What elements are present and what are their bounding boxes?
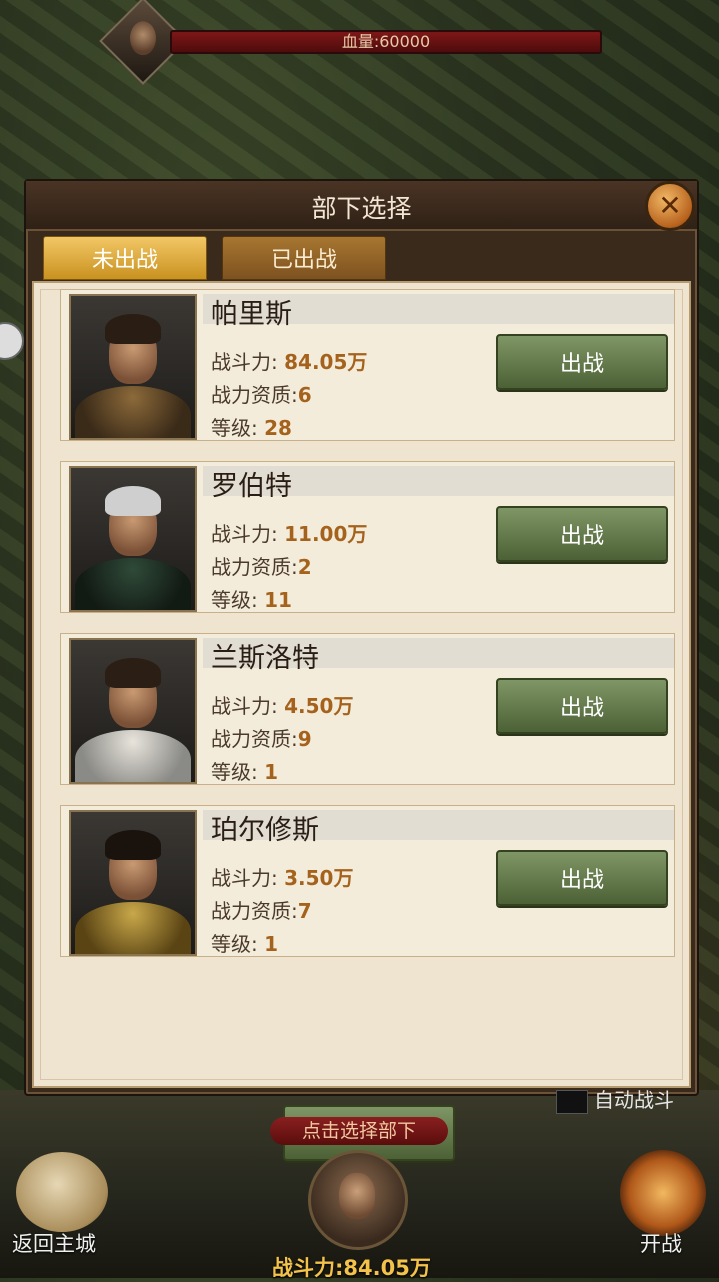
- general-portrait: [69, 810, 197, 956]
- close-button[interactable]: ✕: [645, 181, 695, 231]
- boss-hp-display: 血量:60000: [99, 0, 602, 85]
- general-portrait: [69, 294, 197, 440]
- boss-hp-bar: 血量:60000: [170, 30, 602, 54]
- general-portrait: [69, 638, 197, 784]
- general-name: 罗伯特: [211, 471, 292, 502]
- general-list-panel: 帕里斯 战斗力: 84.05万 战力资质:6 等级: 28 出战 罗伯特 战斗力…: [32, 281, 691, 1161]
- dialog-title: 部下选择: [311, 194, 412, 223]
- general-name: 帕里斯: [211, 299, 292, 330]
- selected-general-avatar[interactable]: [308, 1150, 408, 1250]
- tab-not-deployed[interactable]: 未出战: [43, 236, 207, 280]
- auto-battle-label: 自动战斗: [594, 1088, 674, 1112]
- general-card: 罗伯特 战斗力: 11.00万 战力资质:2 等级: 11 出战: [60, 461, 675, 613]
- stat-aptitude: 战力资质:2: [211, 555, 312, 579]
- close-icon: ✕: [658, 189, 682, 222]
- stat-power: 战斗力: 11.00万: [211, 522, 368, 546]
- general-name: 兰斯洛特: [211, 643, 319, 674]
- deploy-button[interactable]: 出战: [496, 334, 668, 390]
- stat-level: 等级: 1: [211, 932, 279, 956]
- general-portrait: [69, 466, 197, 612]
- dialog-header: 部下选择 ✕: [26, 181, 697, 231]
- crossed-swords-icon[interactable]: [620, 1150, 706, 1236]
- start-battle-button[interactable]: 开战: [640, 1228, 682, 1258]
- stat-power: 战斗力: 4.50万: [211, 694, 354, 718]
- general-select-dialog: 部下选择 ✕ 未出战 已出战 帕里斯 战斗力: 84.05万 战力资质:6 等级…: [24, 179, 699, 1161]
- general-card: 兰斯洛特 战斗力: 4.50万 战力资质:9 等级: 1 出战: [60, 633, 675, 785]
- return-city-button[interactable]: 返回主城: [12, 1228, 96, 1258]
- select-general-hint: 点击选择部下: [270, 1117, 448, 1145]
- stat-level: 等级: 1: [211, 760, 279, 784]
- stat-power: 战斗力: 3.50万: [211, 866, 354, 890]
- auto-battle-checkbox[interactable]: [556, 1090, 588, 1114]
- deploy-button[interactable]: 出战: [496, 506, 668, 562]
- deploy-button[interactable]: 出战: [496, 678, 668, 734]
- general-card: 帕里斯 战斗力: 84.05万 战力资质:6 等级: 28 出战: [60, 289, 675, 441]
- tab-deployed[interactable]: 已出战: [222, 236, 386, 280]
- stat-power: 战斗力: 84.05万: [211, 350, 368, 374]
- stat-level: 等级: 28: [211, 416, 292, 440]
- stat-aptitude: 战力资质:6: [211, 383, 312, 407]
- scroll-icon[interactable]: [16, 1152, 108, 1232]
- general-name: 珀尔修斯: [211, 815, 319, 846]
- general-card: 珀尔修斯 战斗力: 3.50万 战力资质:7 等级: 1 出战: [60, 805, 675, 957]
- stat-aptitude: 战力资质:7: [211, 899, 312, 923]
- stat-level: 等级: 11: [211, 588, 292, 612]
- deploy-button[interactable]: 出战: [496, 850, 668, 906]
- stat-aptitude: 战力资质:9: [211, 727, 312, 751]
